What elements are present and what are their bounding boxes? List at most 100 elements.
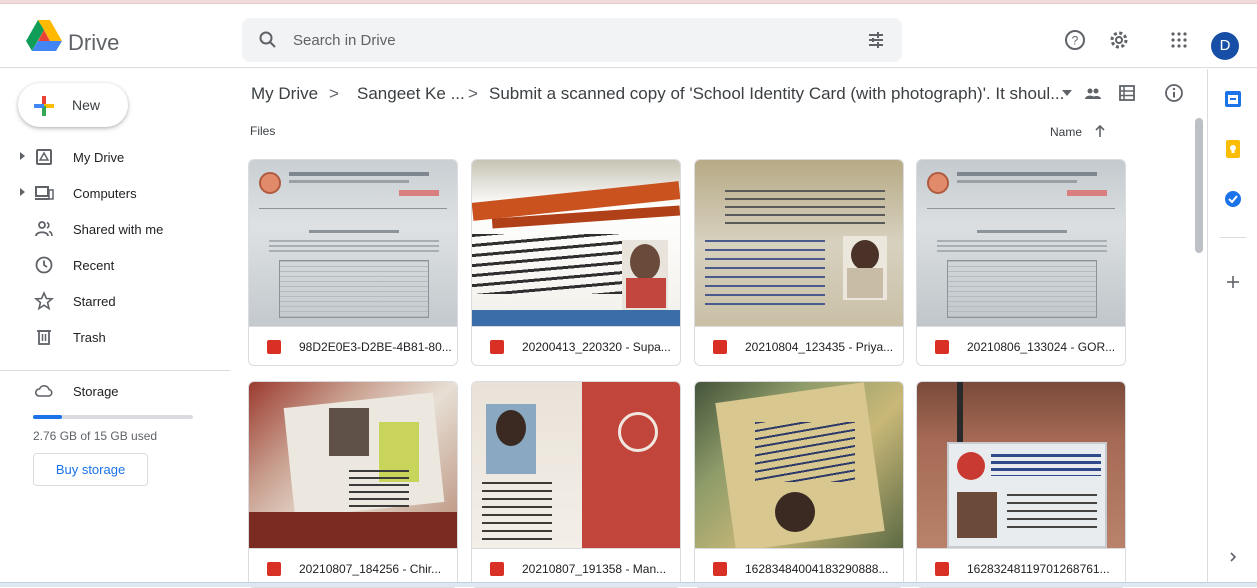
svg-text:?: ?: [1072, 34, 1079, 48]
expand-arrow-icon[interactable]: [20, 188, 25, 196]
image-file-icon: [490, 562, 504, 576]
sidebar-item-storage[interactable]: Storage: [0, 375, 230, 407]
file-name[interactable]: 16283248119701268761...: [967, 562, 1110, 576]
sidebar-item-starred[interactable]: Starred: [0, 285, 230, 317]
plus-icon: [34, 96, 54, 116]
taskbar-edge: [0, 582, 1257, 587]
image-file-icon: [267, 340, 281, 354]
file-card[interactable]: 20210807_184256 - Chir...: [248, 381, 458, 588]
file-thumbnail[interactable]: [249, 382, 457, 548]
file-card[interactable]: 20210807_191358 - Man...: [471, 381, 681, 588]
file-info-bar[interactable]: 98D2E0E3-D2BE-4B81-80...: [249, 326, 457, 365]
file-thumbnail[interactable]: [472, 382, 680, 548]
sidebar-item-shared-with-me[interactable]: Shared with me: [0, 213, 230, 245]
file-name[interactable]: 20210807_191358 - Man...: [522, 562, 666, 576]
sidebar-item-label: Computers: [73, 186, 137, 201]
sidebar-item-label: Recent: [73, 258, 115, 273]
file-name[interactable]: 20210804_123435 - Priya...: [745, 340, 893, 354]
sort-ascending-arrow-icon[interactable]: [1095, 124, 1105, 137]
storage-used-text: 2.76 GB of 15 GB used: [33, 429, 158, 443]
apps-grid-icon[interactable]: [1170, 31, 1188, 49]
file-card[interactable]: 20210806_133024 - GOR...: [916, 159, 1126, 366]
file-thumbnail[interactable]: [249, 160, 457, 326]
calendar-icon[interactable]: [1223, 89, 1243, 109]
storage-label: Storage: [73, 384, 119, 399]
add-addon-plus-icon[interactable]: [1225, 274, 1241, 290]
files-section-label: Files: [250, 124, 276, 138]
breadcrumb: My Drive > Sangeet Ke ... > Submit a sca…: [232, 69, 1207, 117]
app-name[interactable]: Drive: [68, 30, 119, 56]
drive-logo-icon[interactable]: [26, 20, 62, 52]
sort-by-name-button[interactable]: Name: [1050, 124, 1105, 139]
side-panel: [1207, 69, 1257, 587]
tasks-icon[interactable]: [1223, 189, 1243, 209]
image-file-icon: [490, 340, 504, 354]
breadcrumb-separator: >: [468, 84, 478, 103]
new-button[interactable]: New: [18, 83, 128, 127]
settings-gear-icon[interactable]: [1108, 29, 1130, 51]
file-thumbnail[interactable]: [695, 160, 903, 326]
clock-icon: [35, 256, 53, 274]
sidebar-item-computers[interactable]: Computers: [0, 177, 230, 209]
image-file-icon: [935, 340, 949, 354]
new-button-label: New: [72, 97, 101, 113]
file-info-bar[interactable]: 20210806_133024 - GOR...: [917, 326, 1125, 365]
search-icon[interactable]: [258, 30, 278, 50]
sidebar-item-trash[interactable]: Trash: [0, 321, 230, 353]
expand-panel-chevron-icon[interactable]: [1228, 551, 1238, 563]
file-thumbnail[interactable]: [472, 160, 680, 326]
breadcrumb-separator: >: [329, 84, 339, 103]
file-info-bar[interactable]: 20200413_220320 - Supa...: [472, 326, 680, 365]
people-icon: [35, 221, 53, 237]
breadcrumb-my-drive[interactable]: My Drive: [251, 84, 318, 104]
account-avatar[interactable]: D: [1211, 32, 1239, 60]
file-info-bar[interactable]: 20210804_123435 - Priya...: [695, 326, 903, 365]
image-file-icon: [713, 340, 727, 354]
info-icon[interactable]: [1164, 83, 1184, 103]
file-card[interactable]: 16283484004183290888...: [694, 381, 904, 588]
app-header: Drive Search in Drive ? D: [0, 4, 1257, 68]
file-name[interactable]: 16283484004183290888...: [745, 562, 888, 576]
file-name[interactable]: 20200413_220320 - Supa...: [522, 340, 671, 354]
sidebar-item-label: Starred: [73, 294, 116, 309]
buy-storage-button[interactable]: Buy storage: [33, 453, 148, 486]
image-file-icon: [267, 562, 281, 576]
computer-icon: [35, 186, 54, 200]
search-bar[interactable]: Search in Drive: [242, 18, 902, 62]
sidebar-item-label: Shared with me: [73, 222, 164, 237]
storage-usage-fill: [33, 415, 63, 419]
side-panel-divider: [1220, 237, 1246, 238]
sidebar-item-label: Trash: [73, 330, 106, 345]
breadcrumb-folder[interactable]: Sangeet Ke ...: [357, 84, 465, 104]
search-options-icon[interactable]: [866, 30, 886, 50]
keep-icon[interactable]: [1223, 139, 1243, 159]
file-name[interactable]: 20210807_184256 - Chir...: [299, 562, 441, 576]
search-input[interactable]: Search in Drive: [293, 32, 396, 49]
file-thumbnail[interactable]: [695, 382, 903, 548]
file-thumbnail[interactable]: [917, 382, 1125, 548]
file-thumbnail[interactable]: [917, 160, 1125, 326]
sidebar-divider: [0, 370, 230, 371]
expand-arrow-icon[interactable]: [20, 152, 25, 160]
image-file-icon: [935, 562, 949, 576]
file-card[interactable]: 98D2E0E3-D2BE-4B81-80...: [248, 159, 458, 366]
trash-icon: [37, 330, 51, 345]
star-icon: [34, 291, 54, 311]
folder-menu-arrow-icon[interactable]: [1062, 90, 1072, 96]
file-card[interactable]: 16283248119701268761...: [916, 381, 1126, 588]
file-card[interactable]: 20200413_220320 - Supa...: [471, 159, 681, 366]
file-card[interactable]: 20210804_123435 - Priya...: [694, 159, 904, 366]
file-name[interactable]: 20210806_133024 - GOR...: [967, 340, 1115, 354]
file-name[interactable]: 98D2E0E3-D2BE-4B81-80...: [299, 340, 452, 354]
drive-icon: [36, 149, 52, 165]
help-icon[interactable]: ?: [1064, 29, 1086, 51]
breadcrumb-current-folder[interactable]: Submit a scanned copy of 'School Identit…: [489, 84, 1064, 104]
sidebar-item-recent[interactable]: Recent: [0, 249, 230, 281]
storage-usage-bar: [33, 415, 193, 419]
sidebar-item-label: My Drive: [73, 150, 125, 165]
shared-folder-icon[interactable]: [1084, 84, 1102, 102]
sidebar: New My Drive Computers Shared with me Re…: [0, 69, 230, 587]
sidebar-item-my-drive[interactable]: My Drive: [0, 141, 230, 173]
scrollbar-thumb[interactable]: [1195, 118, 1203, 253]
list-view-icon[interactable]: [1118, 84, 1136, 102]
